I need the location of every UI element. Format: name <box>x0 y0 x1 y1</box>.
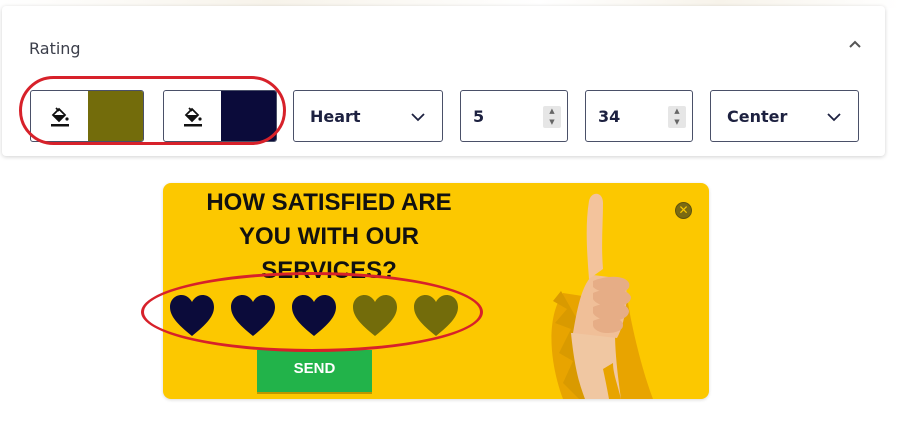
highlight-annotation-colors <box>19 76 286 145</box>
number-stepper[interactable]: ▲ ▼ <box>543 106 561 128</box>
shape-select-value: Heart <box>310 106 361 126</box>
send-button[interactable]: SEND <box>257 350 372 392</box>
chevron-down-icon <box>410 109 426 129</box>
shape-select[interactable]: Heart <box>293 90 443 142</box>
alignment-select-value: Center <box>727 106 788 126</box>
rating-size-input[interactable]: 34 ▲ ▼ <box>585 90 693 142</box>
rating-count-input[interactable]: 5 ▲ ▼ <box>460 90 568 142</box>
thumbs-up-hand-image <box>551 193 653 399</box>
panel-title: Rating <box>29 39 81 58</box>
rating-count-value: 5 <box>473 106 485 126</box>
rating-size-value: 34 <box>598 106 621 126</box>
alignment-select[interactable]: Center <box>710 90 859 142</box>
chevron-down-icon <box>826 109 842 129</box>
popup-title-line-1: HOW SATISFIED ARE <box>206 189 452 216</box>
highlight-annotation-hearts <box>141 272 483 352</box>
popup-title-line-2: YOU WITH OUR <box>239 223 419 250</box>
chevron-up-icon[interactable] <box>843 32 867 56</box>
number-stepper[interactable]: ▲ ▼ <box>668 106 686 128</box>
